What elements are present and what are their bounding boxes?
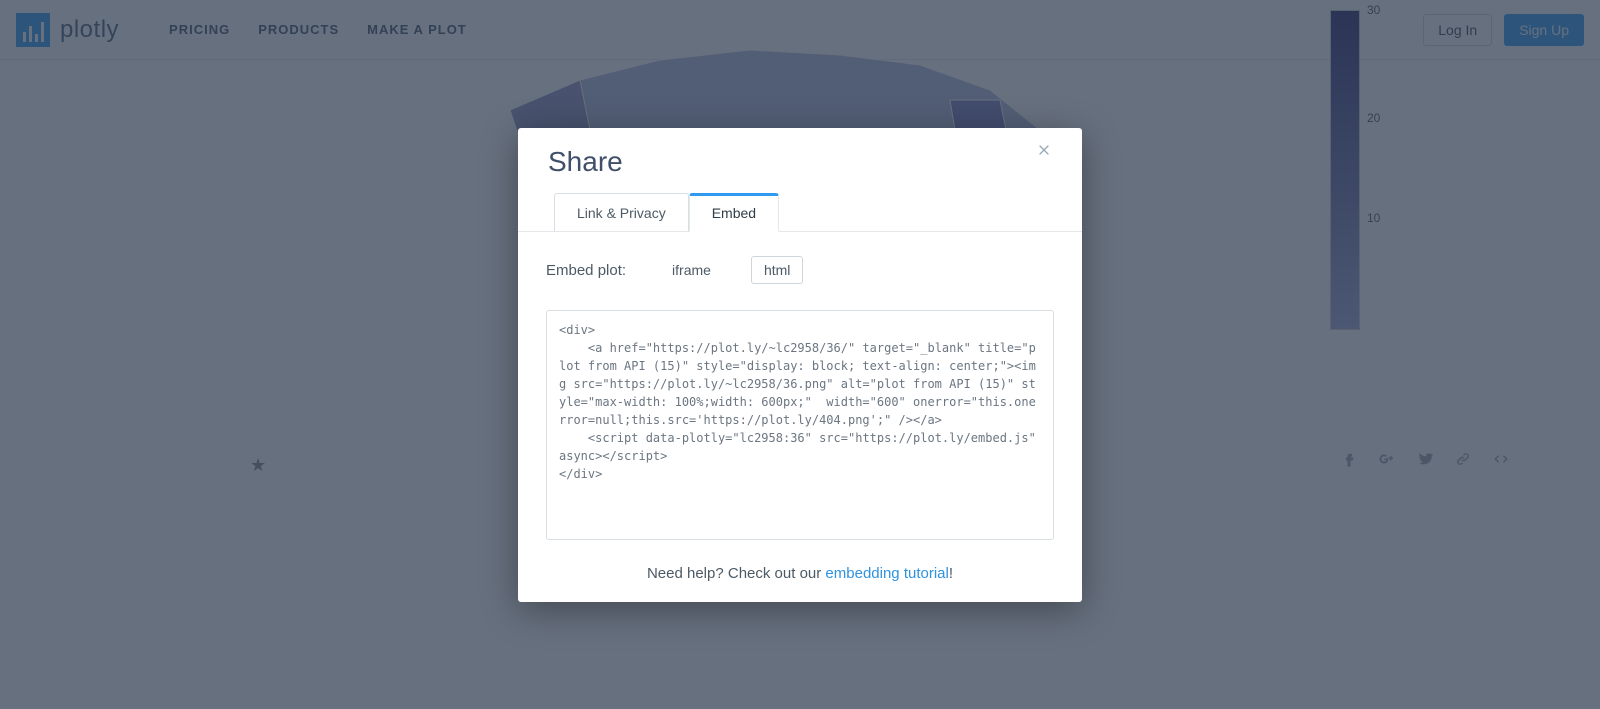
modal-title: Share xyxy=(548,146,623,177)
help-text-suffix: ! xyxy=(949,565,953,582)
tab-embed[interactable]: Embed xyxy=(689,193,779,232)
modal-body: Embed plot: iframe html Need help? Check… xyxy=(518,232,1082,582)
format-option-html[interactable]: html xyxy=(751,256,803,284)
modal-overlay[interactable]: Share Link & Privacy Embed Embed plot: i… xyxy=(0,0,1600,709)
share-modal: Share Link & Privacy Embed Embed plot: i… xyxy=(518,128,1082,602)
embed-plot-label: Embed plot: xyxy=(546,262,626,279)
help-text-prefix: Need help? Check out our xyxy=(647,565,825,582)
modal-tabs: Link & Privacy Embed xyxy=(518,192,1082,232)
help-row: Need help? Check out our embedding tutor… xyxy=(546,565,1054,582)
tab-link-privacy[interactable]: Link & Privacy xyxy=(554,193,689,232)
embedding-tutorial-link[interactable]: embedding tutorial xyxy=(825,565,948,582)
embed-code-textarea[interactable] xyxy=(546,310,1054,540)
close-icon[interactable] xyxy=(1036,142,1052,163)
format-option-iframe[interactable]: iframe xyxy=(660,257,723,283)
